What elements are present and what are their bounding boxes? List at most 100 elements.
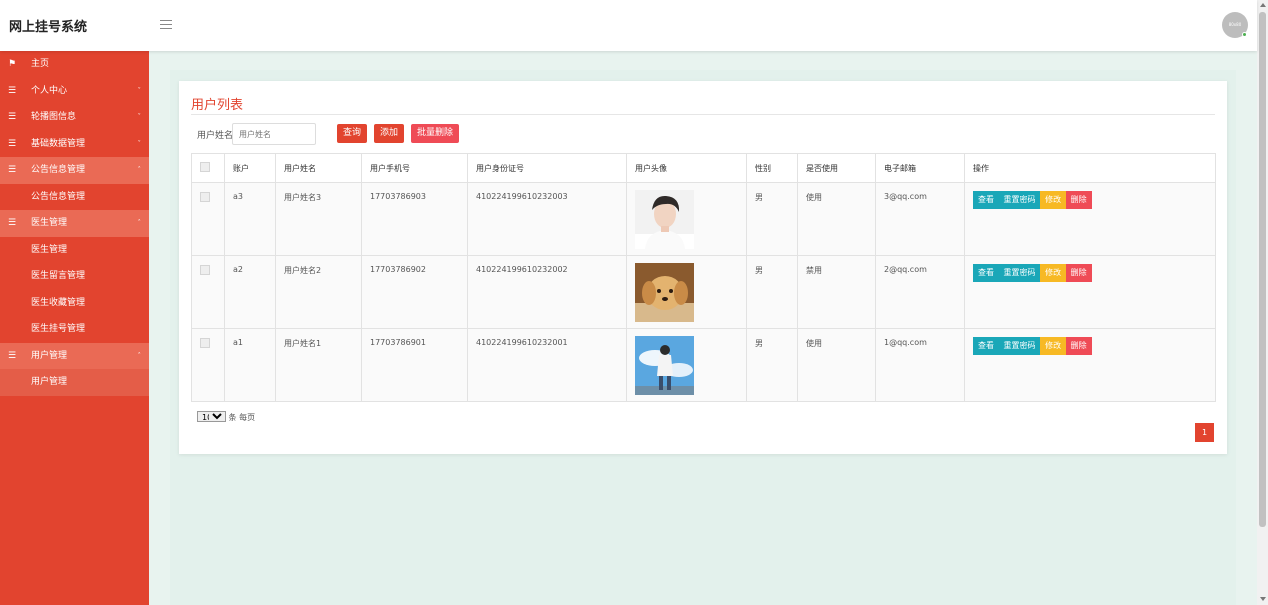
top-bar: 网上挂号系统 80x80	[0, 0, 1257, 51]
row-select-cell	[191, 328, 225, 402]
table-header-row: 账户 用户姓名 用户手机号 用户身份证号 用户头像 性别 是否使用 电子邮箱 操…	[191, 153, 1216, 183]
column-header: 是否使用	[797, 153, 876, 183]
batch-delete-button[interactable]: 批量删除	[411, 124, 460, 143]
row-select-cell	[191, 182, 225, 256]
scroll-up-icon[interactable]	[1260, 3, 1266, 7]
sidebar-item-label: 公告信息管理	[31, 165, 86, 175]
scroll-down-icon[interactable]	[1260, 597, 1266, 601]
sidebar-item-notice[interactable]: ☰ 公告信息管理 ˆ	[0, 157, 149, 184]
row-checkbox[interactable]	[200, 338, 210, 348]
cell-email: 2@qq.com	[875, 255, 965, 329]
page-size-suffix: 条 每页	[228, 413, 256, 422]
user-table: 账户 用户姓名 用户手机号 用户身份证号 用户头像 性别 是否使用 电子邮箱 操…	[191, 153, 1216, 402]
query-button[interactable]: 查询	[337, 124, 368, 143]
menu-icon: ☰	[8, 85, 17, 96]
cell-phone: 17703786903	[361, 182, 468, 256]
column-header: 性别	[746, 153, 798, 183]
cell-actions: 查看 重置密码 修改 删除	[964, 328, 1216, 402]
reset-password-button[interactable]: 重置密码	[998, 191, 1041, 209]
cell-account: a1	[224, 328, 276, 402]
sidebar-subitem-doctor-messages[interactable]: 医生留言管理	[0, 263, 149, 290]
sidebar-subitem-user-management[interactable]: 用户管理	[0, 369, 149, 396]
cell-phone: 17703786901	[361, 328, 468, 402]
sidebar-subitem-doctor-management[interactable]: 医生管理	[0, 236, 149, 263]
sidebar-item-label: 医生管理	[31, 218, 68, 228]
row-checkbox[interactable]	[200, 192, 210, 202]
sidebar-item-user[interactable]: ☰ 用户管理 ˆ	[0, 342, 149, 369]
cell-avatar	[626, 255, 747, 329]
chevron-down-icon: ˇ	[137, 86, 142, 95]
cell-gender: 男	[746, 182, 798, 256]
delete-button[interactable]: 删除	[1065, 191, 1092, 209]
cell-actions: 查看 重置密码 修改 删除	[964, 182, 1216, 256]
cell-name: 用户姓名2	[275, 255, 362, 329]
cell-account: a2	[224, 255, 276, 329]
menu-icon: ☰	[8, 350, 17, 361]
flag-icon: ⚑	[8, 59, 17, 69]
sidebar-item-label: 轮播图信息	[31, 112, 77, 122]
view-button[interactable]: 查看	[973, 264, 999, 282]
scrollbar-thumb[interactable]	[1259, 12, 1266, 527]
sidebar-item-carousel[interactable]: ☰ 轮播图信息 ˇ	[0, 104, 149, 131]
delete-button[interactable]: 删除	[1065, 337, 1092, 355]
menu-icon: ☰	[8, 138, 17, 149]
cell-phone: 17703786902	[361, 255, 468, 329]
select-all-checkbox[interactable]	[200, 162, 210, 172]
column-header: 用户姓名	[275, 153, 362, 183]
online-status-icon	[1242, 32, 1247, 37]
page-number-button[interactable]: 1	[1195, 423, 1214, 442]
user-avatar-image[interactable]	[635, 336, 694, 395]
cell-avatar	[626, 182, 747, 256]
column-header: 用户身份证号	[467, 153, 627, 183]
menu-icon: ☰	[8, 112, 17, 122]
page-size-select[interactable]: 10	[197, 411, 226, 422]
row-checkbox[interactable]	[200, 265, 210, 275]
chevron-up-icon: ˆ	[137, 219, 142, 227]
cell-avatar	[626, 328, 747, 402]
reset-password-button[interactable]: 重置密码	[998, 264, 1041, 282]
cell-id-card: 410224199610232001	[467, 328, 627, 402]
column-header: 操作	[964, 153, 1216, 183]
sidebar-item-label: 主页	[31, 59, 50, 69]
edit-button[interactable]: 修改	[1040, 264, 1067, 282]
add-button[interactable]: 添加	[374, 124, 405, 143]
chevron-up-icon: ˆ	[137, 166, 142, 174]
sidebar-item-personal-center[interactable]: ☰ 个人中心 ˇ	[0, 78, 149, 105]
sidebar-item-home[interactable]: ⚑ 主页	[0, 51, 149, 78]
edit-button[interactable]: 修改	[1040, 191, 1067, 209]
view-button[interactable]: 查看	[973, 191, 999, 209]
page-title: 用户列表	[191, 98, 244, 113]
sidebar-subitem-doctor-registrations[interactable]: 医生挂号管理	[0, 316, 149, 343]
cell-actions: 查看 重置密码 修改 删除	[964, 255, 1216, 329]
row-select-cell	[191, 255, 225, 329]
user-avatar-image[interactable]	[635, 263, 694, 322]
cell-status: 禁用	[797, 255, 876, 329]
sidebar-item-basic-data[interactable]: ☰ 基础数据管理 ˇ	[0, 131, 149, 158]
sidebar-subitem-notice-management[interactable]: 公告信息管理	[0, 183, 149, 210]
page-size-control: 10 条 每页	[197, 411, 255, 423]
sidebar-item-doctor[interactable]: ☰ 医生管理 ˆ	[0, 210, 149, 237]
cell-name: 用户姓名3	[275, 182, 362, 256]
cell-email: 1@qq.com	[875, 328, 965, 402]
table-row: a2 用户姓名2 17703786902 410224199610232002	[191, 255, 1216, 329]
vertical-scrollbar[interactable]	[1257, 0, 1268, 605]
reset-password-button[interactable]: 重置密码	[998, 337, 1041, 355]
edit-button[interactable]: 修改	[1040, 337, 1067, 355]
column-header: 账户	[224, 153, 276, 183]
sidebar-item-label: 用户管理	[31, 350, 68, 361]
delete-button[interactable]: 删除	[1065, 264, 1092, 282]
user-avatar-image[interactable]	[635, 190, 694, 249]
chevron-up-icon: ˆ	[137, 351, 142, 360]
sidebar-item-label: 基础数据管理	[31, 138, 86, 149]
cell-id-card: 410224199610232003	[467, 182, 627, 256]
hamburger-menu-icon[interactable]	[160, 17, 172, 31]
cell-email: 3@qq.com	[875, 182, 965, 256]
search-input[interactable]	[232, 123, 316, 145]
sidebar-item-label: 个人中心	[31, 85, 68, 96]
chevron-down-icon: ˇ	[137, 113, 142, 121]
view-button[interactable]: 查看	[973, 337, 999, 355]
cell-gender: 男	[746, 328, 798, 402]
user-list-card: 用户列表 用户姓名 查询 添加 批量删除 账户 用户姓名 用户手机号 用户身份证…	[179, 81, 1227, 454]
column-header: 用户头像	[626, 153, 747, 183]
sidebar-subitem-doctor-favorites[interactable]: 医生收藏管理	[0, 289, 149, 316]
